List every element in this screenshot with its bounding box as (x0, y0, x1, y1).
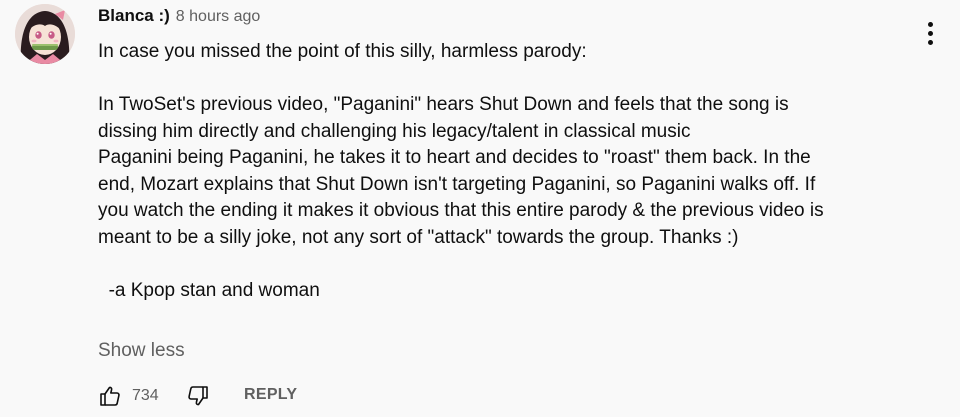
comment-action-bar: 734 REPLY (98, 382, 498, 410)
dislike-button[interactable] (186, 384, 210, 408)
thumbs-up-icon (100, 386, 120, 406)
author-name[interactable]: Blanca :) (98, 6, 170, 26)
reply-button[interactable]: REPLY (244, 386, 297, 404)
more-actions-button[interactable] (918, 18, 942, 50)
avatar[interactable] (15, 4, 75, 64)
comment-timestamp[interactable]: 8 hours ago (176, 8, 261, 26)
like-count: 734 (132, 387, 159, 404)
comment-header: Blanca :) 8 hours ago (98, 6, 260, 28)
more-vert-icon (928, 22, 933, 27)
more-vert-icon-dot (928, 40, 933, 45)
show-less-button[interactable]: Show less (98, 340, 185, 362)
avatar-image (15, 4, 75, 64)
thumbs-down-icon (188, 386, 208, 406)
comment-text: In case you missed the point of this sil… (98, 41, 824, 301)
more-vert-icon-dot (928, 31, 933, 36)
comment-thread: Blanca :) 8 hours ago In case you missed… (0, 0, 960, 417)
like-button[interactable] (98, 384, 122, 408)
